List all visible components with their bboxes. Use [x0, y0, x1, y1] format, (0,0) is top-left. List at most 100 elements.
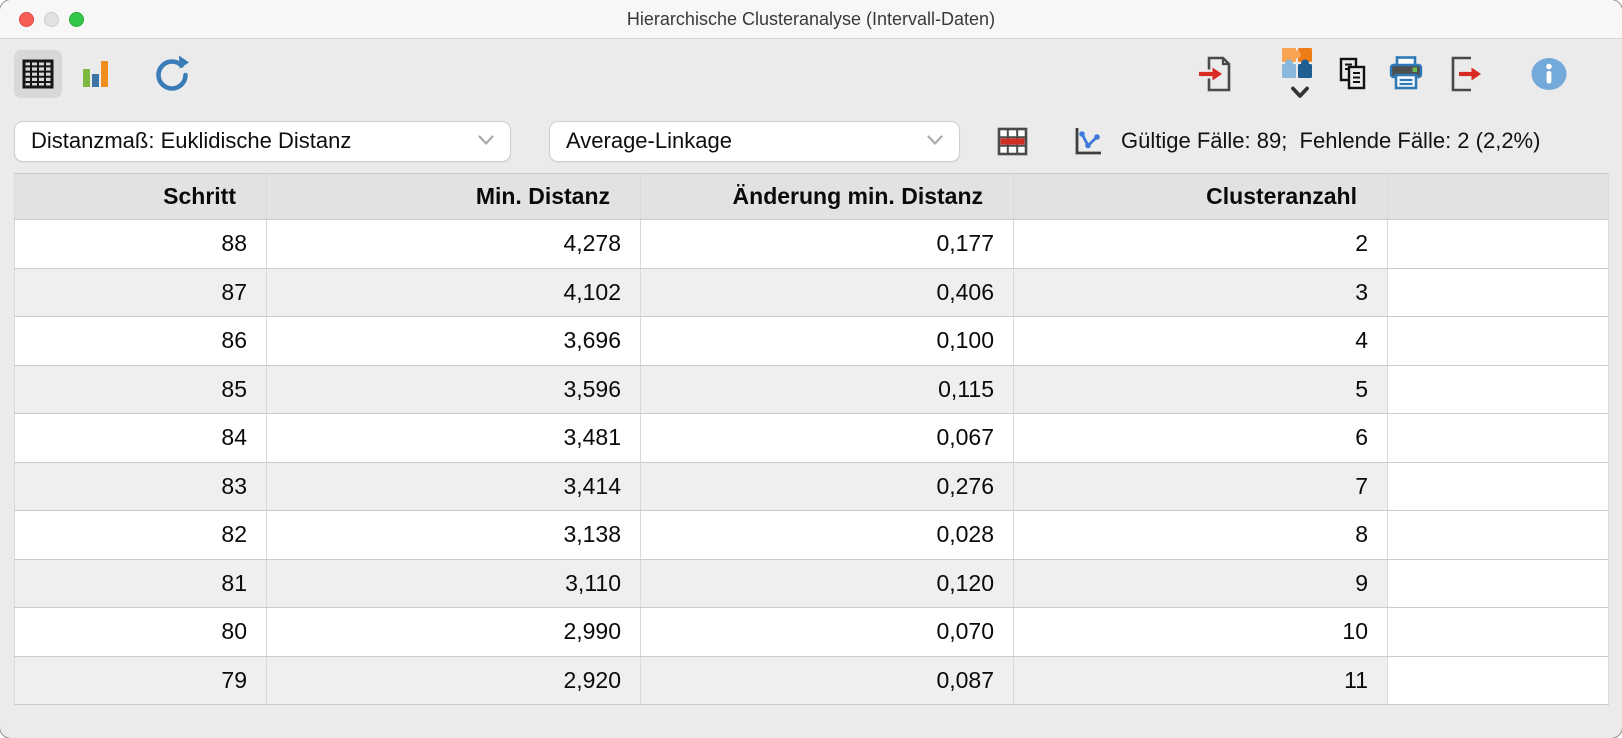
puzzle-plugins-icon — [1279, 45, 1315, 81]
cell-clusteranzahl: 8 — [1013, 510, 1388, 560]
export-button[interactable] — [1446, 54, 1484, 94]
cell-aenderung: 0,115 — [640, 364, 1014, 414]
cell-min-distanz: 3,110 — [266, 558, 641, 608]
cell-filler — [1387, 607, 1609, 657]
results-table-container: Schritt Min. Distanz Änderung min. Dista… — [14, 173, 1609, 705]
cell-schritt: 87 — [14, 267, 267, 317]
refresh-button[interactable] — [148, 50, 196, 98]
cell-aenderung: 0,100 — [640, 316, 1014, 366]
toolbar-right-group — [1197, 45, 1568, 103]
print-icon — [1386, 54, 1426, 94]
info-button[interactable] — [1530, 57, 1568, 91]
table-row[interactable]: 86 3,696 0,100 4 — [14, 316, 1609, 366]
highlight-row-table-button[interactable] — [997, 126, 1028, 157]
copy-button[interactable] — [1334, 55, 1372, 93]
import-document-icon — [1197, 54, 1235, 94]
cell-aenderung: 0,070 — [640, 607, 1014, 657]
cell-schritt: 88 — [14, 219, 267, 269]
cell-aenderung: 0,177 — [640, 219, 1014, 269]
table-row[interactable]: 80 2,990 0,070 10 — [14, 607, 1609, 657]
cell-min-distanz: 3,596 — [266, 364, 641, 414]
table-row[interactable]: 85 3,596 0,115 5 — [14, 364, 1609, 414]
cell-clusteranzahl: 2 — [1013, 219, 1388, 269]
export-document-icon — [1446, 54, 1484, 94]
table-row[interactable]: 82 3,138 0,028 8 — [14, 510, 1609, 560]
minimize-button[interactable] — [44, 11, 59, 27]
linkage-method-value: Average-Linkage — [566, 128, 732, 153]
print-button[interactable] — [1386, 54, 1426, 94]
table-body: 88 4,278 0,177 2 87 4,102 0,406 3 86 3,6… — [14, 219, 1609, 705]
cell-clusteranzahl: 5 — [1013, 364, 1388, 414]
cell-min-distanz: 3,414 — [266, 461, 641, 511]
cell-clusteranzahl: 6 — [1013, 413, 1388, 463]
cell-filler — [1387, 413, 1609, 463]
cell-min-distanz: 3,696 — [266, 316, 641, 366]
cases-status-text: Gültige Fälle: 89; Fehlende Fälle: 2 (2,… — [1121, 128, 1541, 153]
header-schritt[interactable]: Schritt — [14, 173, 267, 220]
cell-min-distanz: 4,102 — [266, 267, 641, 317]
table-header-row: Schritt Min. Distanz Änderung min. Dista… — [14, 173, 1609, 220]
cell-filler — [1387, 510, 1609, 560]
cell-schritt: 83 — [14, 461, 267, 511]
cell-schritt: 80 — [14, 607, 267, 657]
cell-schritt: 84 — [14, 413, 267, 463]
traffic-lights — [19, 0, 84, 38]
cell-aenderung: 0,406 — [640, 267, 1014, 317]
table-row[interactable]: 87 4,102 0,406 3 — [14, 267, 1609, 317]
chart-view-icon — [78, 56, 114, 92]
info-icon — [1530, 57, 1568, 91]
table-row[interactable]: 83 3,414 0,276 7 — [14, 461, 1609, 511]
highlight-row-table-icon — [997, 126, 1028, 157]
table-view-button[interactable] — [14, 50, 62, 98]
cell-aenderung: 0,028 — [640, 510, 1014, 560]
table-view-icon — [20, 56, 56, 92]
cell-schritt: 82 — [14, 510, 267, 560]
cell-schritt: 81 — [14, 558, 267, 608]
line-chart-button[interactable] — [1070, 124, 1105, 159]
header-min-distanz[interactable]: Min. Distanz — [266, 173, 641, 220]
controls-row: Distanzmaß: Euklidische Distanz Average-… — [0, 109, 1622, 173]
cluster-steps-table: Schritt Min. Distanz Änderung min. Dista… — [14, 173, 1609, 705]
cell-filler — [1387, 461, 1609, 511]
cell-aenderung: 0,120 — [640, 558, 1014, 608]
cell-filler — [1387, 219, 1609, 269]
plugins-menu-button[interactable] — [1279, 45, 1320, 103]
cell-filler — [1387, 364, 1609, 414]
cell-aenderung: 0,276 — [640, 461, 1014, 511]
cell-schritt: 86 — [14, 316, 267, 366]
toolbar — [0, 39, 1622, 109]
cell-filler — [1387, 316, 1609, 366]
distance-measure-value: Distanzmaß: Euklidische Distanz — [31, 128, 352, 153]
cell-min-distanz: 2,920 — [266, 655, 641, 705]
table-row[interactable]: 81 3,110 0,120 9 — [14, 558, 1609, 608]
refresh-icon — [151, 53, 193, 95]
import-button[interactable] — [1197, 54, 1235, 94]
chart-view-button[interactable] — [74, 50, 118, 98]
cell-aenderung: 0,067 — [640, 413, 1014, 463]
zoom-button[interactable] — [69, 11, 84, 27]
cell-clusteranzahl: 9 — [1013, 558, 1388, 608]
cell-min-distanz: 2,990 — [266, 607, 641, 657]
close-button[interactable] — [19, 11, 34, 27]
chevron-down-icon — [1289, 81, 1311, 103]
copy-icon — [1334, 55, 1372, 93]
chevron-down-icon — [476, 134, 496, 148]
cell-schritt: 79 — [14, 655, 267, 705]
cell-clusteranzahl: 3 — [1013, 267, 1388, 317]
app-window: Hierarchische Clusteranalyse (Intervall-… — [0, 0, 1622, 738]
cell-filler — [1387, 267, 1609, 317]
table-row[interactable]: 79 2,920 0,087 11 — [14, 655, 1609, 705]
header-aenderung[interactable]: Änderung min. Distanz — [640, 173, 1014, 220]
distance-measure-select[interactable]: Distanzmaß: Euklidische Distanz — [14, 120, 511, 162]
linkage-method-select[interactable]: Average-Linkage — [549, 120, 960, 162]
table-row[interactable]: 88 4,278 0,177 2 — [14, 219, 1609, 269]
cell-clusteranzahl: 11 — [1013, 655, 1388, 705]
cell-schritt: 85 — [14, 364, 267, 414]
cell-clusteranzahl: 7 — [1013, 461, 1388, 511]
cell-clusteranzahl: 10 — [1013, 607, 1388, 657]
cell-filler — [1387, 558, 1609, 608]
header-clusteranzahl[interactable]: Clusteranzahl — [1013, 173, 1388, 220]
cell-filler — [1387, 655, 1609, 705]
table-row[interactable]: 84 3,481 0,067 6 — [14, 413, 1609, 463]
header-filler — [1387, 173, 1609, 220]
